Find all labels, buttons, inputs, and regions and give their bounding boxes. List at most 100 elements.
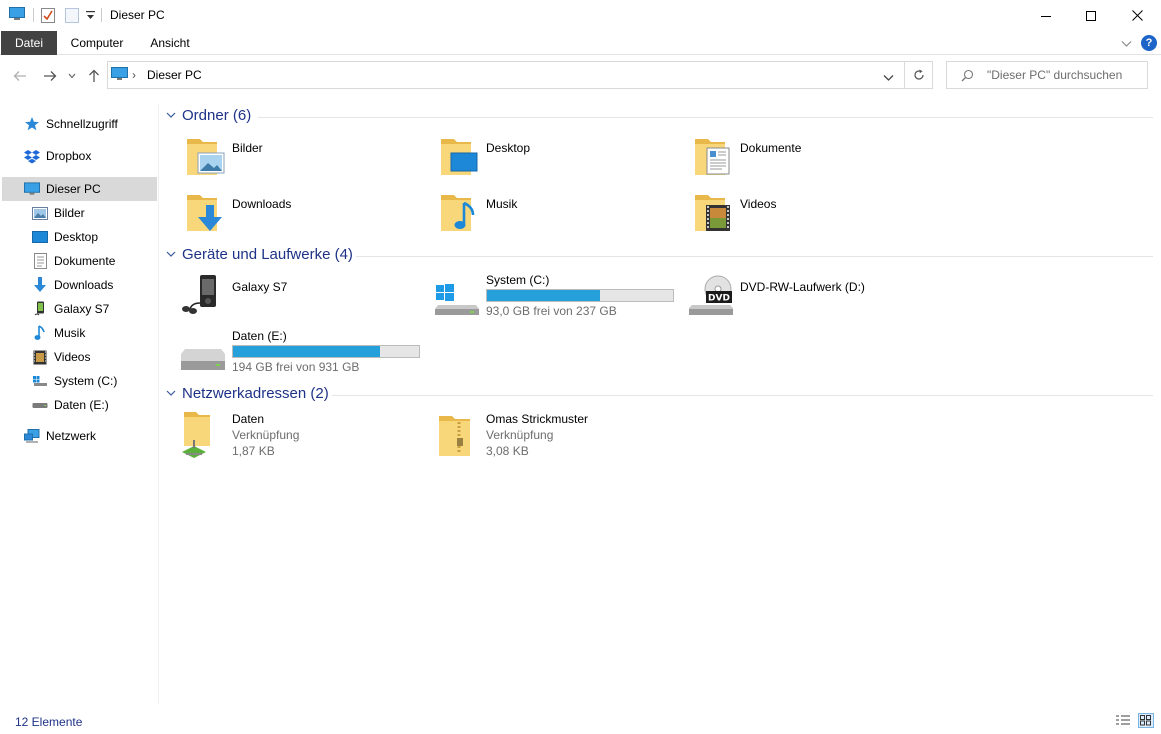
new-folder-icon[interactable] <box>65 7 79 26</box>
downloads-folder-icon <box>186 191 226 236</box>
dvd-drive-icon: DVD <box>688 275 734 320</box>
sidebar-item-dokumente[interactable]: Dokumente <box>32 249 115 273</box>
device-galaxy-s7[interactable]: Galaxy S7 <box>180 273 426 319</box>
sidebar-item-bilder[interactable]: Bilder <box>32 201 85 225</box>
customize-toolbar-icon[interactable] <box>86 10 95 24</box>
tab-computer[interactable]: Computer <box>62 31 132 55</box>
group-title: Geräte und Laufwerke (4) <box>182 246 353 263</box>
sidebar-item-desktop[interactable]: Desktop <box>32 225 98 249</box>
sidebar-item-label: Dokumente <box>54 254 116 268</box>
search-box[interactable]: "Dieser PC" durchsuchen <box>946 61 1148 89</box>
documents-folder-icon <box>694 135 734 180</box>
sidebar-item-label: Dieser PC <box>46 182 101 196</box>
desktop-icon <box>32 229 48 245</box>
ribbon: Datei Computer Ansicht ? <box>0 31 1161 55</box>
help-icon[interactable]: ? <box>1141 35 1157 51</box>
group-ordner-header[interactable]: Ordner (6) <box>166 107 251 124</box>
details-view-button[interactable] <box>1115 714 1131 731</box>
windows-drive-icon <box>434 283 480 320</box>
group-geraete-header[interactable]: Geräte und Laufwerke (4) <box>166 246 353 263</box>
network-daten[interactable]: Daten Verknüpfung 1,87 KB <box>180 410 426 460</box>
sidebar-item-dieser-pc[interactable]: Dieser PC <box>2 177 157 201</box>
minimize-button[interactable] <box>1023 0 1069 31</box>
group-netzwerk-header[interactable]: Netzwerkadressen (2) <box>166 385 329 402</box>
maximize-button[interactable] <box>1068 0 1114 31</box>
navigation-pane: Schnellzugriff Dropbox Dieser PC Bilder … <box>0 104 159 704</box>
network-omas-strickmuster[interactable]: Omas Strickmuster Verknüpfung 3,08 KB <box>434 410 680 460</box>
folder-name: Bilder <box>232 141 263 155</box>
device-name: System (C:) <box>486 273 550 287</box>
item-count: 12 Elemente <box>15 715 83 729</box>
search-input[interactable]: "Dieser PC" durchsuchen <box>987 68 1122 82</box>
refresh-button[interactable] <box>905 62 933 88</box>
sidebar-item-galaxy-s7[interactable]: Galaxy S7 <box>32 297 109 321</box>
folder-musik[interactable]: Musik <box>440 191 680 235</box>
address-history-dropdown[interactable] <box>883 71 894 85</box>
address-bar[interactable]: › Dieser PC <box>107 61 933 89</box>
download-icon <box>32 277 48 293</box>
sidebar-item-schnellzugriff[interactable]: Schnellzugriff <box>24 112 118 136</box>
chevron-down-icon <box>166 112 176 118</box>
chevron-down-icon <box>166 390 176 396</box>
folder-downloads[interactable]: Downloads <box>186 191 426 235</box>
up-button[interactable] <box>84 66 104 86</box>
minimize-icon <box>1041 15 1051 17</box>
expand-ribbon-icon[interactable] <box>1121 37 1132 51</box>
up-arrow-icon <box>89 69 99 82</box>
sidebar-item-daten-e[interactable]: Daten (E:) <box>32 393 109 417</box>
sidebar-item-system-c[interactable]: System (C:) <box>32 369 117 393</box>
chevron-down-icon <box>68 73 76 79</box>
folder-dokumente[interactable]: Dokumente <box>694 135 934 179</box>
music-icon <box>32 325 48 341</box>
sidebar-item-musik[interactable]: Musik <box>32 321 85 345</box>
maximize-icon <box>1086 10 1096 21</box>
sidebar-item-label: Galaxy S7 <box>54 302 110 316</box>
device-system-c[interactable]: System (C:) 93,0 GB frei von 237 GB <box>434 271 680 321</box>
group-title: Netzwerkadressen (2) <box>182 385 329 402</box>
sidebar-item-downloads[interactable]: Downloads <box>32 273 113 297</box>
recent-locations-button[interactable] <box>64 66 80 86</box>
music-folder-icon <box>440 191 480 236</box>
sidebar-item-dropbox[interactable]: Dropbox <box>24 144 91 168</box>
dropbox-icon <box>24 148 40 164</box>
breadcrumb-separator[interactable]: › <box>132 68 136 82</box>
video-icon <box>32 349 48 365</box>
sidebar-item-label: Bilder <box>54 206 85 220</box>
folder-desktop[interactable]: Desktop <box>440 135 680 179</box>
folder-name: Downloads <box>232 197 292 211</box>
sidebar-item-netzwerk[interactable]: Netzwerk <box>24 424 96 448</box>
close-button[interactable] <box>1114 0 1160 31</box>
tiles-view-icon <box>1140 715 1151 726</box>
tab-datei[interactable]: Datei <box>1 31 57 55</box>
device-daten-e[interactable]: Daten (E:) 194 GB frei von 931 GB <box>180 327 426 377</box>
device-dvd-d[interactable]: DVD DVD-RW-Laufwerk (D:) <box>688 273 934 319</box>
sidebar-item-videos[interactable]: Videos <box>32 345 90 369</box>
details-view-icon <box>1116 715 1130 725</box>
tiles-view-button[interactable] <box>1138 713 1154 728</box>
properties-icon[interactable] <box>41 7 55 26</box>
star-icon <box>24 116 40 132</box>
drive-usage-bar <box>486 289 674 302</box>
folder-videos[interactable]: Videos <box>694 191 934 235</box>
folder-bilder[interactable]: Bilder <box>186 135 426 179</box>
computer-icon <box>24 181 40 197</box>
phone-icon <box>32 301 48 317</box>
status-bar: 12 Elemente <box>0 708 1161 734</box>
drive-usage-bar <box>232 345 420 358</box>
forward-button[interactable] <box>40 66 60 86</box>
group-title: Ordner (6) <box>182 107 252 124</box>
refresh-icon <box>914 69 924 80</box>
pictures-icon <box>32 205 48 221</box>
svg-text:DVD: DVD <box>708 294 730 304</box>
tab-ansicht[interactable]: Ansicht <box>140 31 200 55</box>
chevron-down-icon <box>883 75 894 81</box>
group-divider <box>356 256 1153 257</box>
sidebar-item-label: Desktop <box>54 230 99 244</box>
network-folder-icon <box>180 410 224 463</box>
computer-icon[interactable] <box>9 7 25 24</box>
breadcrumb-location[interactable]: Dieser PC <box>147 68 202 82</box>
sidebar-item-label: Daten (E:) <box>54 398 109 412</box>
sidebar-item-label: Downloads <box>54 278 114 292</box>
back-button[interactable] <box>10 66 30 86</box>
shortcut-size: 3,08 KB <box>486 444 529 458</box>
